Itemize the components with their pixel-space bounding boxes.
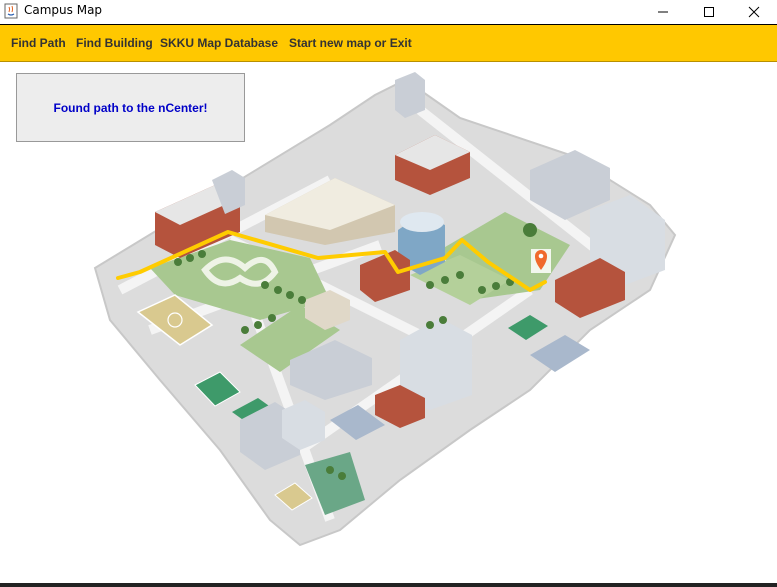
status-message: Found path to the nCenter!	[53, 100, 208, 115]
maximize-button[interactable]	[686, 0, 732, 24]
java-coffee-icon	[4, 3, 18, 19]
menu-map-database[interactable]: SKKU Map Database	[160, 36, 278, 50]
menu-find-building[interactable]: Find Building	[76, 36, 153, 50]
status-panel: Found path to the nCenter!	[16, 73, 245, 142]
close-button[interactable]	[731, 0, 777, 24]
menu-new-map-or-exit[interactable]: Start new map or Exit	[289, 36, 412, 50]
close-icon	[748, 6, 760, 18]
minimize-icon	[658, 11, 668, 13]
window-title: Campus Map	[24, 3, 103, 17]
minimize-button[interactable]	[640, 0, 686, 24]
location-pin-icon[interactable]	[531, 249, 551, 273]
maximize-icon	[704, 7, 714, 17]
menu-bar: Find Path Find Building SKKU Map Databas…	[0, 24, 777, 62]
bottom-border	[0, 583, 777, 587]
menu-find-path[interactable]: Find Path	[11, 36, 66, 50]
title-bar: Campus Map	[0, 0, 777, 24]
